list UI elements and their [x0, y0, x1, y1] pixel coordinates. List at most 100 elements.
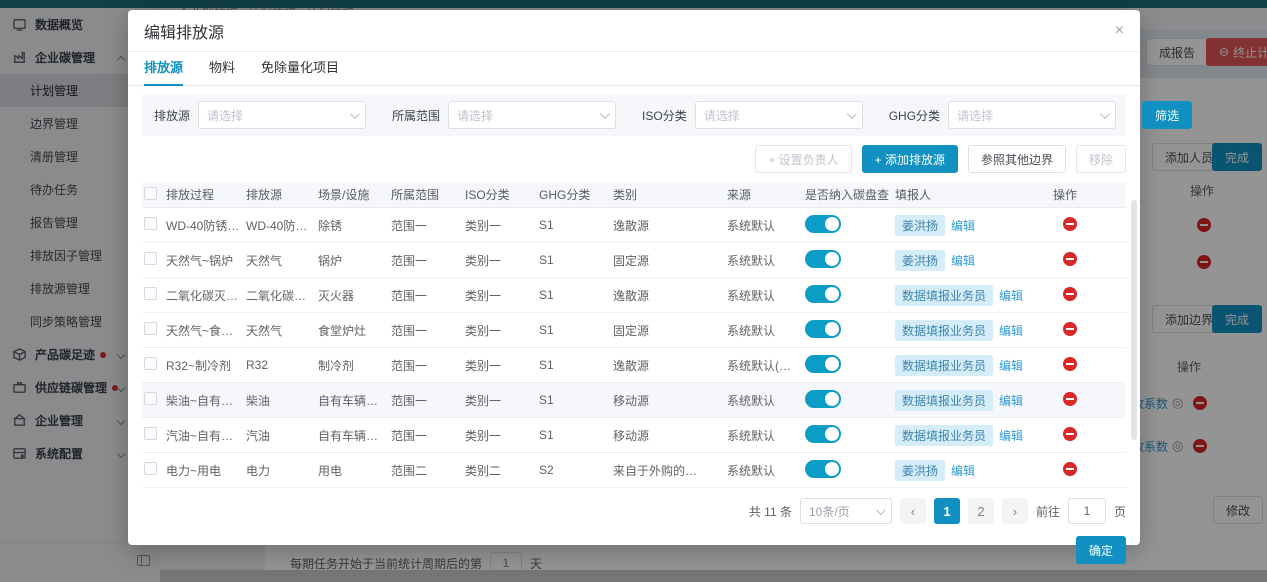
cell-iso: 类别一: [465, 392, 539, 409]
next-page-button[interactable]: ›: [1002, 498, 1028, 524]
cell-origin: 系统默认: [727, 392, 805, 409]
cell-iso: 类别一: [465, 287, 539, 304]
set-owner-button[interactable]: + 设置负责人: [755, 145, 851, 173]
row-checkbox[interactable]: [144, 252, 157, 265]
page-2-button[interactable]: 2: [968, 498, 994, 524]
cell-process: R32~制冷剂: [166, 357, 246, 374]
select-all-checkbox[interactable]: [144, 187, 157, 200]
remove-row-icon[interactable]: [1063, 287, 1077, 301]
edit-reporter-link[interactable]: 编辑: [999, 429, 1023, 443]
col-iso: ISO分类: [465, 186, 539, 203]
col-scope: 所属范围: [391, 186, 465, 203]
filter-label-scope: 所属范围: [392, 107, 440, 124]
row-checkbox[interactable]: [144, 287, 157, 300]
remove-row-icon[interactable]: [1063, 357, 1077, 371]
reporter-tag: 数据填报业务员: [895, 390, 993, 411]
row-checkbox[interactable]: [144, 462, 157, 475]
cell-process: 天然气~食堂炉灶: [166, 322, 246, 339]
table-row: R32~制冷剂 R32 制冷剂 范围一 类别一 S1 逸散源 系统默认(已… 数…: [142, 348, 1126, 383]
cell-source: 天然气: [246, 322, 318, 339]
cell-source: 天然气: [246, 252, 318, 269]
goto-page-input[interactable]: 1: [1068, 498, 1106, 524]
include-in-inventory-toggle[interactable]: [805, 320, 841, 338]
scope-select[interactable]: 请选择: [448, 101, 616, 129]
cell-source: WD-40防锈油: [246, 217, 318, 234]
row-checkbox[interactable]: [144, 217, 157, 230]
remove-row-icon[interactable]: [1063, 217, 1077, 231]
cell-scope: 范围一: [391, 252, 465, 269]
col-process: 排放过程: [166, 186, 246, 203]
remove-row-icon[interactable]: [1063, 392, 1077, 406]
cell-process: 柴油~自有车辆…: [166, 392, 246, 409]
close-icon[interactable]: ×: [1115, 23, 1124, 39]
tab-material[interactable]: 物料: [209, 52, 235, 86]
col-operation: 操作: [1053, 186, 1126, 203]
remove-row-icon[interactable]: [1063, 252, 1077, 266]
row-checkbox[interactable]: [144, 392, 157, 405]
cell-ghg: S1: [539, 358, 613, 372]
goto-label: 前往: [1036, 503, 1060, 520]
table-row: 天然气~食堂炉灶 天然气 食堂炉灶 范围一 类别一 S1 固定源 系统默认 数据…: [142, 313, 1126, 348]
table-row: 二氧化碳灭火… 二氧化碳灭火器 灭火器 范围一 类别一 S1 逸散源 系统默认 …: [142, 278, 1126, 313]
include-in-inventory-toggle[interactable]: [805, 215, 841, 233]
table-row: 电力~用电 电力 用电 范围二 类别二 S2 来自于外购的… 系统默认 姜洪扬编…: [142, 453, 1126, 488]
remove-row-icon[interactable]: [1063, 322, 1077, 336]
edit-reporter-link[interactable]: 编辑: [999, 324, 1023, 338]
reference-other-boundary-button[interactable]: 参照其他边界: [968, 145, 1066, 173]
ghg-category-select[interactable]: 请选择: [948, 101, 1116, 129]
confirm-button[interactable]: 确定: [1076, 536, 1126, 564]
cell-ghg: S1: [539, 288, 613, 302]
remove-row-icon[interactable]: [1063, 427, 1077, 441]
edit-reporter-link[interactable]: 编辑: [951, 464, 975, 478]
add-emission-source-button[interactable]: + 添加排放源: [862, 145, 958, 173]
cell-source: R32: [246, 358, 318, 372]
filter-button[interactable]: 筛选: [1142, 101, 1192, 129]
page-size-select[interactable]: 10条/页: [800, 498, 892, 524]
cell-scope: 范围一: [391, 217, 465, 234]
cell-facility: 自有车辆耗油…: [318, 427, 391, 444]
emission-source-select[interactable]: 请选择: [198, 101, 366, 129]
cell-scope: 范围一: [391, 322, 465, 339]
reporter-tag: 姜洪扬: [895, 250, 945, 271]
tab-exempt-items[interactable]: 免除量化项目: [261, 52, 339, 86]
remove-row-icon[interactable]: [1063, 462, 1077, 476]
cell-facility: 锅炉: [318, 252, 391, 269]
row-checkbox[interactable]: [144, 357, 157, 370]
cell-category: 逸散源: [613, 287, 727, 304]
reporter-tag: 数据填报业务员: [895, 285, 993, 306]
include-in-inventory-toggle[interactable]: [805, 355, 841, 373]
cell-category: 逸散源: [613, 217, 727, 234]
edit-reporter-link[interactable]: 编辑: [999, 289, 1023, 303]
edit-reporter-link[interactable]: 编辑: [999, 394, 1023, 408]
table-body: WD-40防锈油~… WD-40防锈油 除锈 范围一 类别一 S1 逸散源 系统…: [142, 208, 1126, 488]
iso-category-select[interactable]: 请选择: [695, 101, 863, 129]
prev-page-button[interactable]: ‹: [900, 498, 926, 524]
table-scrollbar[interactable]: [1131, 200, 1137, 440]
row-checkbox[interactable]: [144, 322, 157, 335]
cell-process: 汽油~自有车辆…: [166, 427, 246, 444]
include-in-inventory-toggle[interactable]: [805, 390, 841, 408]
cell-origin: 系统默认: [727, 217, 805, 234]
cell-process: 二氧化碳灭火…: [166, 287, 246, 304]
cell-origin: 系统默认: [727, 252, 805, 269]
edit-reporter-link[interactable]: 编辑: [999, 359, 1023, 373]
col-source: 排放源: [246, 186, 318, 203]
cell-source: 汽油: [246, 427, 318, 444]
tab-emission-source[interactable]: 排放源: [144, 52, 183, 86]
goto-unit-label: 页: [1114, 503, 1126, 520]
table-row: 天然气~锅炉 天然气 锅炉 范围一 类别一 S1 固定源 系统默认 姜洪扬编辑: [142, 243, 1126, 278]
edit-reporter-link[interactable]: 编辑: [951, 219, 975, 233]
include-in-inventory-toggle[interactable]: [805, 460, 841, 478]
col-include-check: 是否纳入碳盘查: [805, 186, 895, 203]
remove-button[interactable]: 移除: [1076, 145, 1126, 173]
include-in-inventory-toggle[interactable]: [805, 250, 841, 268]
cell-category: 逸散源: [613, 357, 727, 374]
edit-reporter-link[interactable]: 编辑: [951, 254, 975, 268]
include-in-inventory-toggle[interactable]: [805, 285, 841, 303]
reporter-tag: 数据填报业务员: [895, 425, 993, 446]
include-in-inventory-toggle[interactable]: [805, 425, 841, 443]
cell-source: 电力: [246, 462, 318, 479]
cell-facility: 自有车辆耗油…: [318, 392, 391, 409]
row-checkbox[interactable]: [144, 427, 157, 440]
page-1-button[interactable]: 1: [934, 498, 960, 524]
